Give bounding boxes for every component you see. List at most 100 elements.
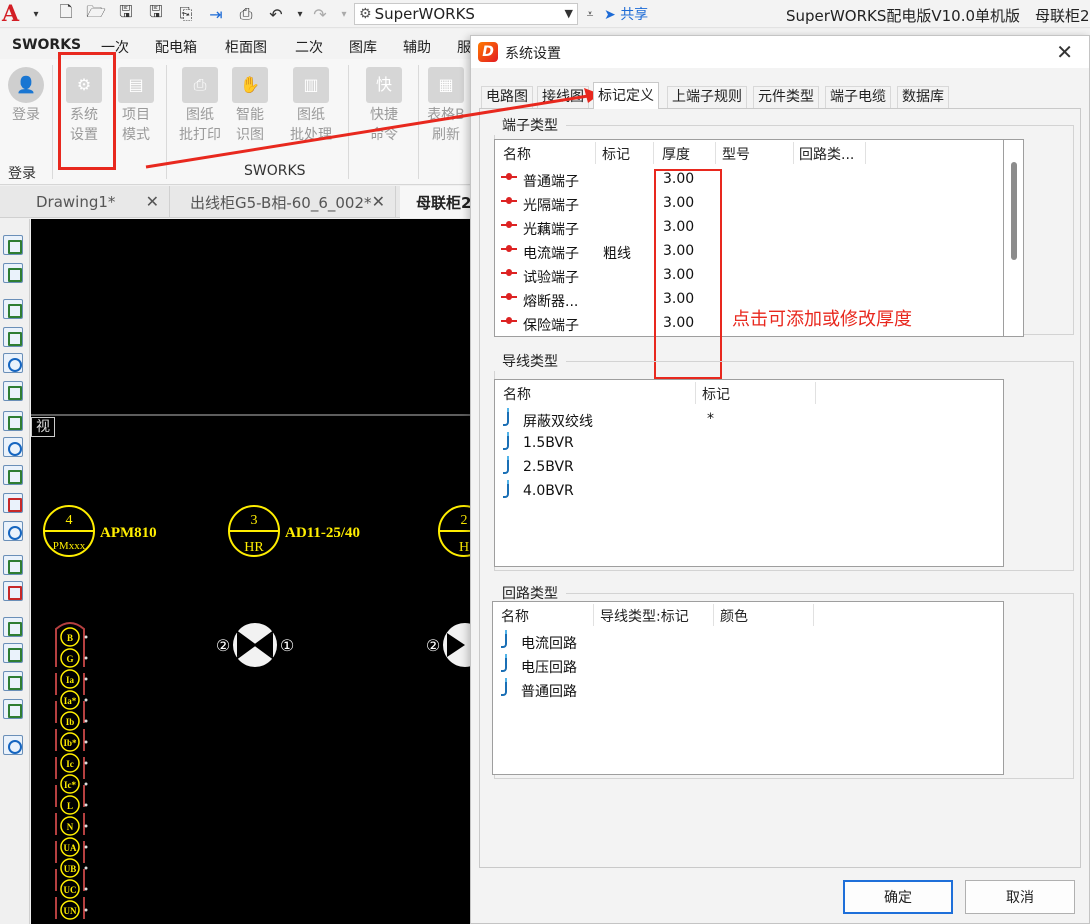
tool-15-icon[interactable] [3,735,23,755]
tab-terminal-cable[interactable]: 端子电缆 [825,86,891,108]
tab-mark-definition[interactable]: 标记定义 [593,82,659,109]
ribbon-tab-cabinet-face[interactable]: 柜面图 [225,37,267,57]
tool-10-icon[interactable] [3,555,23,575]
batch-process-button[interactable]: ▥ 图纸 批处理 [285,67,337,145]
tool-3-icon[interactable] [3,299,23,319]
undo-dropdown-icon[interactable]: ▾ [290,4,310,24]
smart-recognition-button[interactable]: ✋ 智能 识图 [224,67,276,145]
ct-symbol[interactable]: ② [426,623,471,667]
indicator-symbol[interactable]: 3 HR AD11-25/40 [228,505,360,557]
ct-symbol[interactable]: ② ① [216,623,294,667]
terminal-row[interactable]: 光隔端子 3.00 [495,192,1003,216]
tool-13-icon[interactable] [3,671,23,691]
tool-7-icon[interactable] [3,411,23,431]
close-icon[interactable]: ✕ [1056,40,1073,64]
new-file-icon[interactable]: 🗋 [56,2,76,24]
wire-type-list[interactable]: 名称 标记 屏蔽双绞线 * 1.5BVR 2.5BVR 4.0BVR [494,379,1004,567]
quick-command-button[interactable]: 快 快捷 命令 [358,67,410,145]
tool-2-icon[interactable] [3,263,23,283]
customize-qat-icon[interactable]: ⩡ [580,4,600,24]
workspace-select[interactable]: ⚙ SuperWORKS ▼ [354,3,578,25]
cloud-save-icon[interactable]: ⎘ [176,4,196,24]
login-button[interactable]: 👤 登录 [0,67,52,125]
export-icon[interactable]: ⇥ [206,4,226,24]
ok-button[interactable]: 确定 [843,880,953,914]
col-thickness[interactable]: 厚度 [662,144,690,164]
ribbon-tab-distribution-box[interactable]: 配电箱 [155,37,197,57]
redo-dropdown-icon[interactable]: ▾ [334,4,354,24]
cancel-button[interactable]: 取消 [965,880,1075,914]
circuit-row[interactable]: 电压回路 [493,654,1003,678]
symbol-partial[interactable]: 2 H [438,505,471,557]
app-menu-caret-icon[interactable]: ▾ [26,4,46,24]
tab-component-types[interactable]: 元件类型 [753,86,819,108]
col-circuit-type[interactable]: 回路类... [799,144,854,164]
tool-12-icon[interactable] [3,643,23,663]
open-folder-icon[interactable]: 🗁 [86,2,106,24]
ribbon-tab-service[interactable]: 服 [457,37,471,57]
table-refresh-button[interactable]: ▦ 表格B 刷新 [420,67,472,145]
tab-wiring-diagram[interactable]: 接线图 [537,86,589,108]
circuit-row[interactable]: 普通回路 [493,678,1003,702]
tool-9-icon[interactable] [3,521,23,541]
meter-symbol[interactable]: 4 PMxxx APM810 [43,505,157,557]
tool-11-icon[interactable] [3,617,23,637]
left-toolbar [0,219,30,924]
tab-upper-terminal-rules[interactable]: 上端子规则 [667,86,747,108]
tool-8-icon[interactable] [3,465,23,485]
terminal-row[interactable]: 试验端子 3.00 [495,264,1003,288]
ribbon-tab-secondary[interactable]: 二次 [295,37,323,57]
ribbon-tab-auxiliary[interactable]: 辅助 [403,37,431,57]
doc-tab-drawing1[interactable]: Drawing1* ✕ [20,186,170,218]
batch-print-button[interactable]: ⎙ 图纸 批打印 [174,67,226,145]
tool-14-icon[interactable] [3,699,23,719]
undo-icon[interactable]: ↶ [266,4,286,24]
tool-all-icon[interactable] [3,581,23,601]
close-icon[interactable]: ✕ [372,192,385,211]
terminal-list-scrollbar[interactable] [1004,139,1024,337]
print-icon[interactable]: ⎙ [236,4,256,24]
drawing-canvas[interactable]: 4 PMxxx APM810 3 HR AD11-25/40 2 H ② ① ②… [31,219,471,924]
tab-database[interactable]: 数据库 [897,86,949,108]
tool-6-icon[interactable] [3,381,23,401]
view-label[interactable]: 视 [31,417,55,437]
col-wire-type-mark[interactable]: 导线类型:标记 [600,606,689,626]
wire-row[interactable]: 1.5BVR [495,432,1003,456]
terminal-row[interactable]: 电流端子 粗线 3.00 [495,240,1003,264]
user-icon: 👤 [8,67,44,103]
scroll-thumb[interactable] [1011,162,1017,260]
wire-row[interactable]: 2.5BVR [495,456,1003,480]
tool-5-icon[interactable] [3,353,23,373]
tool-auto-icon[interactable] [3,437,23,457]
autocad-logo-icon[interactable]: A [2,1,24,27]
close-icon[interactable]: ✕ [146,192,159,211]
dialog-titlebar: D 系统设置 ✕ [471,36,1089,68]
save-as-icon[interactable]: 🖫 [146,2,166,24]
tab-circuit-diagram[interactable]: 电路图 [481,86,533,108]
circuit-type-list[interactable]: 名称 导线类型:标记 颜色 电流回路 电压回路 普通回路 [492,601,1004,775]
terminal-row[interactable]: 光藕端子 3.00 [495,216,1003,240]
col-name[interactable]: 名称 [501,606,529,626]
wire-row[interactable]: 屏蔽双绞线 * [495,408,1003,432]
col-name[interactable]: 名称 [503,144,531,164]
col-mark[interactable]: 标记 [702,384,730,404]
col-name[interactable]: 名称 [503,384,531,404]
save-icon[interactable]: 🖫 [116,2,136,24]
col-color[interactable]: 颜色 [720,606,748,626]
redo-icon[interactable]: ↷ [310,4,330,24]
col-mark[interactable]: 标记 [602,144,630,164]
col-model[interactable]: 型号 [722,144,750,164]
doc-tab-outgoing-cabinet[interactable]: 出线柜G5-B相-60_6_002* ✕ [174,186,396,218]
circuit-row[interactable]: 电流回路 [493,630,1003,654]
tool-delete-icon[interactable] [3,493,23,513]
project-mode-button[interactable]: ▤ 项目 模式 [110,67,162,145]
share-button[interactable]: ➤ 共享 [604,4,648,24]
tool-1-icon[interactable] [3,235,23,255]
ribbon-tab-library[interactable]: 图库 [349,37,377,57]
tool-4-icon[interactable] [3,327,23,347]
ribbon-tab-sworks[interactable]: SWORKS [12,37,81,53]
app-title: SuperWORKS配电版V10.0单机版 母联柜2( [786,7,1090,25]
wire-row[interactable]: 4.0BVR [495,480,1003,504]
doc-tab-bus-tie-cabinet[interactable]: 母联柜2 [400,186,480,218]
terminal-row[interactable]: 普通端子 3.00 [495,168,1003,192]
